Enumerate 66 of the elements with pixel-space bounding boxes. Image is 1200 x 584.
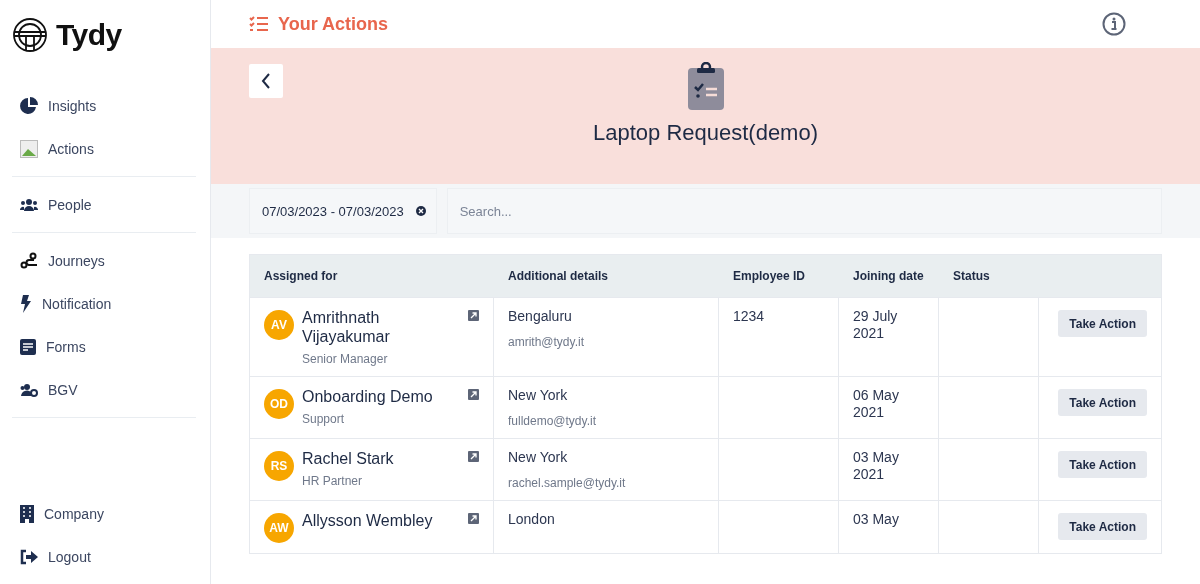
brand-name: Tydy: [56, 18, 122, 52]
location: New York: [508, 449, 569, 466]
broken-image-icon: [20, 139, 38, 158]
joining-date: 03 May: [853, 511, 900, 528]
take-action-button[interactable]: Take Action: [1058, 513, 1147, 540]
location: London: [508, 511, 556, 528]
avatar: RS: [264, 451, 294, 481]
date-range-field[interactable]: 07/03/2023 - 07/03/2023: [249, 188, 437, 234]
search-field[interactable]: Search...: [446, 188, 1162, 234]
person-role: Senior Manager: [302, 352, 389, 366]
checklist-icon: [249, 16, 269, 32]
person-role: Support: [302, 412, 346, 426]
logout-icon: [20, 548, 38, 565]
clear-icon[interactable]: [415, 206, 426, 216]
location: New York: [508, 387, 569, 404]
person-name: Onboarding Demo: [302, 387, 433, 406]
nav-item[interactable]: People: [12, 183, 196, 226]
column-header: Additional details: [507, 268, 609, 285]
take-action-button[interactable]: Take Action: [1058, 389, 1147, 416]
person-name: Amrithnath Vijayakumar: [302, 308, 391, 346]
form-icon: [20, 338, 36, 355]
email: amrith@tydy.it: [508, 335, 585, 349]
location: Bengaluru: [508, 308, 573, 325]
avatar: AV: [264, 310, 294, 340]
column-header: Status: [952, 268, 991, 285]
clipboard-icon: [686, 62, 725, 110]
info-icon[interactable]: [1102, 12, 1126, 36]
nav-item[interactable]: Logout: [12, 535, 196, 578]
back-button[interactable]: [249, 64, 283, 98]
nav-item[interactable]: Insights: [12, 84, 196, 127]
nav-item[interactable]: Company: [12, 492, 196, 535]
column-header: Employee ID: [732, 268, 807, 285]
users-icon: [20, 197, 38, 212]
column-header: Assigned for: [263, 268, 339, 285]
person-name: Allysson Wembley: [302, 511, 433, 530]
nav-item[interactable]: Notification: [12, 282, 196, 325]
joining-date: 06 May 2021: [853, 387, 900, 421]
avatar: AW: [264, 513, 294, 543]
nav-item[interactable]: Actions: [12, 127, 196, 170]
joining-date: 29 July 2021: [853, 308, 899, 342]
email: rachel.sample@tydy.it: [508, 476, 627, 490]
users-gear-icon: [20, 382, 38, 397]
open-link-icon[interactable]: [468, 513, 479, 524]
person-role: HR Partner: [302, 474, 364, 488]
lightning-icon: [20, 294, 32, 313]
logo-icon: [12, 17, 48, 53]
building-icon: [20, 504, 34, 523]
joining-date: 03 May 2021: [853, 449, 900, 483]
email: fulldemo@tydy.it: [508, 414, 597, 428]
page-title: Your Actions: [278, 13, 388, 35]
nav-item[interactable]: BGV: [12, 368, 196, 411]
take-action-button[interactable]: Take Action: [1058, 310, 1147, 337]
column-header: Joining date: [852, 268, 925, 285]
employee-id: 1234: [733, 308, 766, 325]
request-title: Laptop Request(demo): [593, 120, 818, 146]
avatar: OD: [264, 389, 294, 419]
open-link-icon[interactable]: [468, 451, 479, 462]
nav-item[interactable]: Forms: [12, 325, 196, 368]
open-link-icon[interactable]: [468, 389, 479, 400]
nav-item[interactable]: Journeys: [12, 239, 196, 282]
person-name: Rachel Stark: [302, 449, 394, 468]
take-action-button[interactable]: Take Action: [1058, 451, 1147, 478]
pie-chart-icon: [20, 96, 38, 115]
route-icon: [20, 251, 38, 270]
chevron-left-icon: [261, 73, 271, 89]
open-link-icon[interactable]: [468, 310, 479, 321]
